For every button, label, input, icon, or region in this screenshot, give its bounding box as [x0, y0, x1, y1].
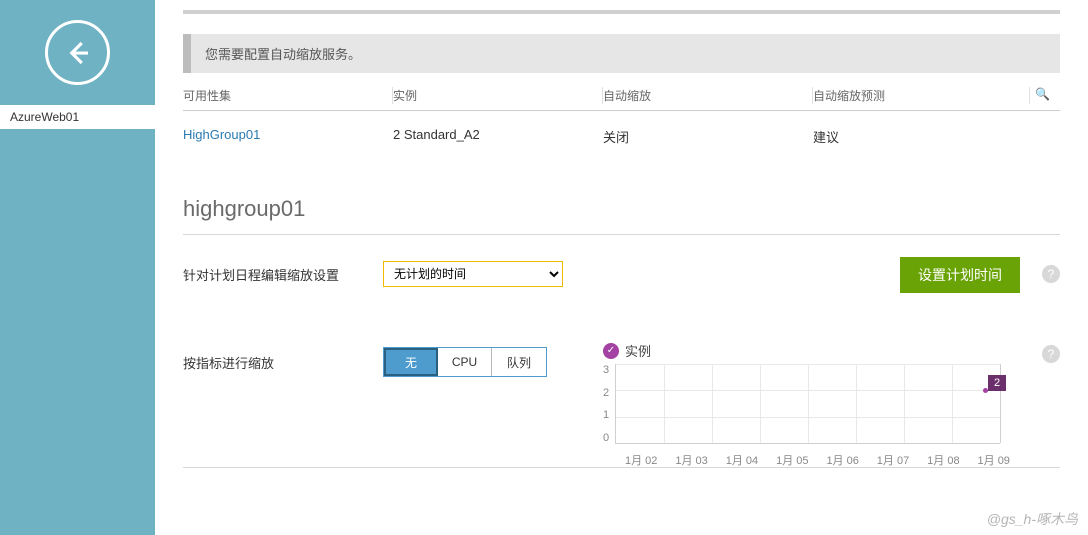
scale-segmented: 无 CPU 队列 [383, 347, 547, 377]
cell-prediction: 建议 [813, 127, 1030, 146]
schedule-label: 针对计划日程编辑缩放设置 [183, 265, 383, 284]
chart-title-row: ✓ 实例 [603, 341, 1060, 360]
chart-title: 实例 [625, 341, 651, 360]
search-icon[interactable]: 🔍 [1030, 87, 1060, 104]
main-content: 您需要配置自动缩放服务。 可用性集 实例 自动缩放 自动缩放预测 🔍 HighG… [155, 0, 1088, 535]
schedule-select[interactable]: 无计划的时间 [383, 261, 563, 287]
set-schedule-button[interactable]: 设置计划时间 [900, 257, 1020, 293]
th-availability[interactable]: 可用性集 [183, 87, 393, 104]
x-axis: 1月 02 1月 03 1月 04 1月 05 1月 06 1月 07 1月 0… [625, 452, 1010, 468]
sidebar-item-azureweb01[interactable]: AzureWeb01 [0, 105, 155, 129]
table-row[interactable]: HighGroup01 2 Standard_A2 关闭 建议 [183, 111, 1060, 156]
watermark: @gs_h-啄木鸟 [987, 509, 1078, 529]
table-header: 可用性集 实例 自动缩放 自动缩放预测 🔍 [183, 87, 1060, 111]
data-label: 2 [988, 375, 1006, 391]
back-button[interactable] [45, 20, 110, 85]
y-axis: 3 2 1 0 [603, 364, 615, 444]
availability-table: 可用性集 实例 自动缩放 自动缩放预测 🔍 HighGroup01 2 Stan… [183, 87, 1060, 156]
cell-autoscale: 关闭 [603, 127, 813, 146]
scale-label: 按指标进行缩放 [183, 347, 383, 372]
check-icon: ✓ [603, 343, 619, 359]
top-divider [183, 10, 1060, 14]
arrow-left-icon [63, 38, 93, 68]
divider [183, 234, 1060, 235]
sidebar: AzureWeb01 [0, 0, 155, 535]
help-icon[interactable]: ? [1042, 345, 1060, 363]
cell-availability-set[interactable]: HighGroup01 [183, 127, 393, 146]
chart: ✓ 实例 3 2 1 0 [603, 341, 1060, 468]
cell-instances: 2 Standard_A2 [393, 127, 603, 146]
schedule-row: 针对计划日程编辑缩放设置 无计划的时间 设置计划时间 ? [183, 261, 1060, 287]
th-instances[interactable]: 实例 [393, 87, 603, 104]
help-icon[interactable]: ? [1042, 265, 1060, 283]
th-autoscale[interactable]: 自动缩放 [603, 87, 813, 104]
seg-queue[interactable]: 队列 [492, 348, 546, 376]
group-title: highgroup01 [183, 196, 1060, 222]
notice-bar: 您需要配置自动缩放服务。 [183, 34, 1060, 73]
seg-none[interactable]: 无 [384, 348, 438, 376]
th-prediction[interactable]: 自动缩放预测 [813, 87, 1030, 104]
chart-grid: 2 [615, 364, 1000, 444]
seg-cpu[interactable]: CPU [438, 348, 492, 376]
scale-row: 按指标进行缩放 无 CPU 队列 ✓ 实例 3 2 1 0 [183, 347, 1060, 377]
